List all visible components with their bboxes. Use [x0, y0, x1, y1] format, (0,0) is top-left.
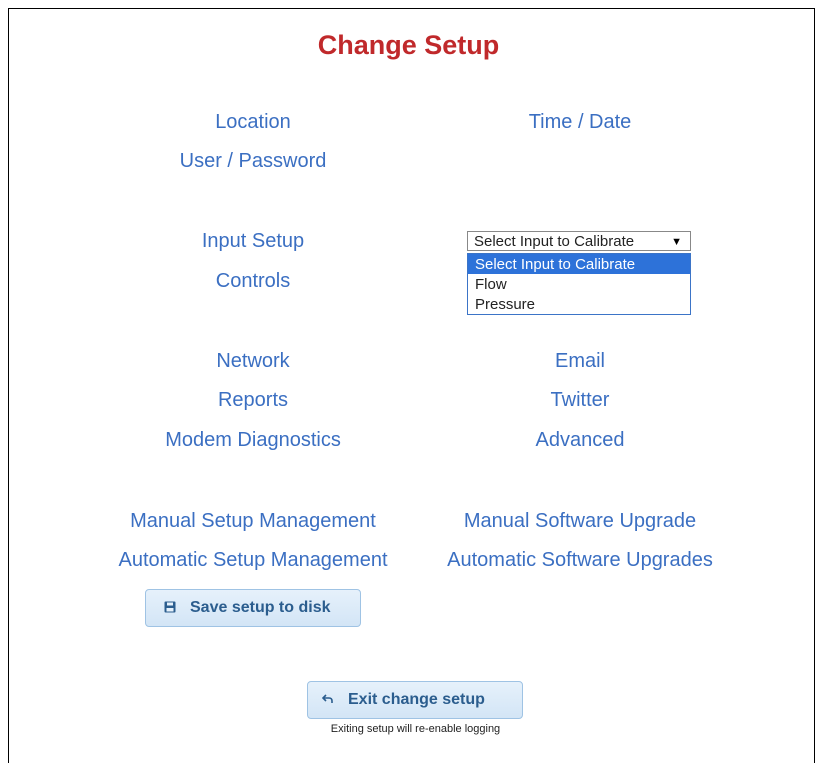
undo-arrow-icon [321, 693, 334, 708]
page-title: Change Setup [317, 30, 500, 60]
save-button-label: Save setup to disk [190, 599, 331, 616]
calibrate-input-dropdown: Select Input to Calibrate ▼ Select Input… [467, 231, 691, 315]
option-flow[interactable]: Flow [468, 274, 690, 294]
select-value: Select Input to Calibrate [474, 233, 635, 250]
user-password-link[interactable]: User / Password [180, 150, 327, 173]
floppy-disk-icon [164, 601, 176, 616]
reports-link[interactable]: Reports [218, 389, 288, 412]
manual-software-upgrade-link[interactable]: Manual Software Upgrade [464, 510, 696, 533]
twitter-link[interactable]: Twitter [551, 389, 610, 412]
exit-change-setup-button[interactable]: Exit change setup [307, 681, 523, 719]
exit-hint-text: Exiting setup will re-enable logging [330, 723, 501, 735]
exit-button-label: Exit change setup [348, 691, 485, 708]
modem-diagnostics-link[interactable]: Modem Diagnostics [165, 429, 341, 452]
advanced-link[interactable]: Advanced [536, 429, 625, 452]
automatic-setup-management-link[interactable]: Automatic Setup Management [118, 549, 387, 572]
time-date-link[interactable]: Time / Date [529, 111, 632, 134]
automatic-software-upgrades-link[interactable]: Automatic Software Upgrades [447, 549, 713, 572]
email-link[interactable]: Email [555, 350, 605, 373]
input-setup-link[interactable]: Input Setup [202, 230, 304, 253]
network-link[interactable]: Network [216, 350, 289, 373]
calibrate-input-select[interactable]: Select Input to Calibrate ▼ [467, 231, 691, 251]
controls-link[interactable]: Controls [216, 270, 290, 293]
option-select-input[interactable]: Select Input to Calibrate [468, 254, 690, 274]
save-setup-button[interactable]: Save setup to disk [145, 589, 361, 627]
option-pressure[interactable]: Pressure [468, 294, 690, 314]
dropdown-options: Select Input to Calibrate Flow Pressure [467, 253, 691, 315]
caret-down-icon: ▼ [671, 236, 682, 248]
page-frame [8, 8, 815, 763]
location-link[interactable]: Location [215, 111, 291, 134]
manual-setup-management-link[interactable]: Manual Setup Management [130, 510, 376, 533]
